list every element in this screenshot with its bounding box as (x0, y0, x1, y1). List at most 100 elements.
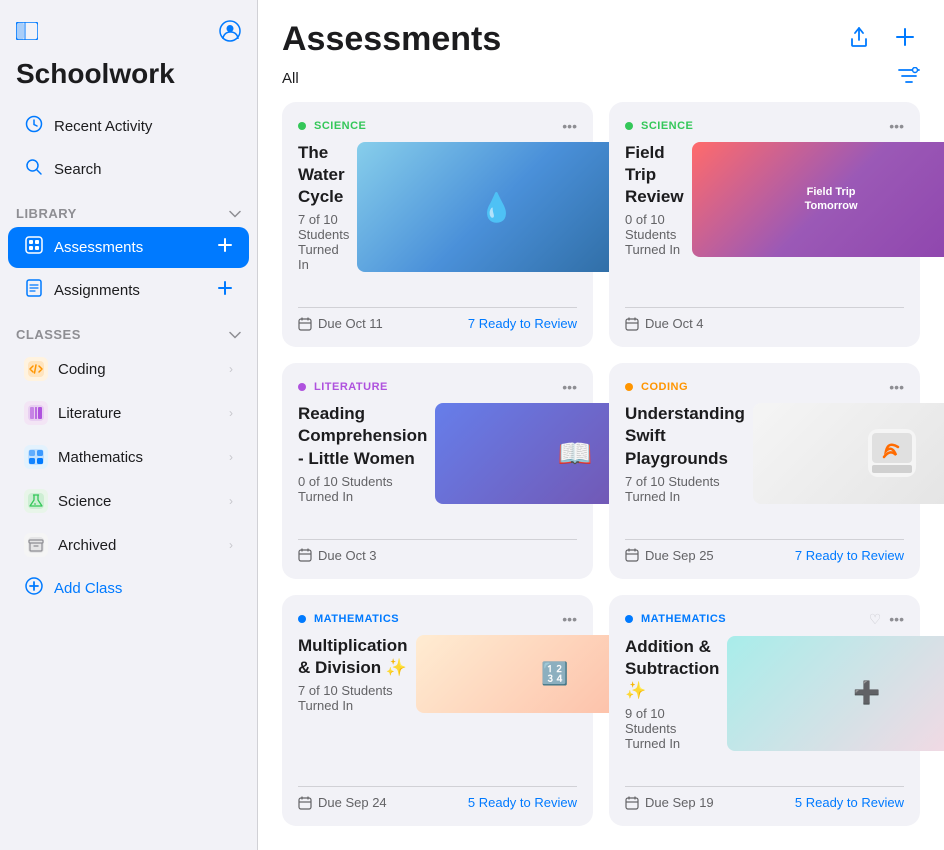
sidebar: Schoolwork Recent Activity Search Libra (0, 0, 258, 850)
card-water-cycle[interactable]: SCIENCE ••• The Water Cycle 7 of 10 Stud… (282, 102, 593, 347)
sidebar-item-assessments[interactable]: Assessments (8, 227, 249, 268)
card-field-trip[interactable]: SCIENCE ••• Field Trip Review 0 of 10 St… (609, 102, 920, 347)
card-field-trip-footer: Due Oct 4 (625, 307, 904, 331)
share-button[interactable] (844, 22, 874, 58)
literature-label: Literature (58, 405, 121, 422)
reading-menu-icon[interactable]: ••• (562, 379, 577, 395)
field-trip-due: Due Oct 4 (625, 316, 704, 331)
sidebar-item-literature[interactable]: Literature › (8, 392, 249, 434)
add-class-button[interactable]: Add Class (8, 568, 249, 609)
water-cycle-due: Due Oct 11 (298, 316, 383, 331)
addition-heart-icon[interactable]: ♡ (869, 611, 882, 628)
assessments-label: Assessments (54, 239, 143, 256)
classes-section-header[interactable]: Classes (0, 313, 257, 348)
calendar-icon (625, 548, 639, 562)
card-swift-header: CODING ••• (625, 379, 904, 395)
reading-dot (298, 383, 306, 391)
mathematics-left: Mathematics (24, 445, 143, 469)
water-cycle-subject: SCIENCE (298, 120, 366, 132)
mult-subject-label: MATHEMATICS (314, 613, 399, 625)
filter-all-label[interactable]: All (282, 70, 299, 87)
addition-review-link[interactable]: 5 Ready to Review (795, 795, 904, 810)
literature-chevron-icon: › (229, 406, 233, 420)
card-addition[interactable]: MATHEMATICS ♡ ••• Addition & Subtraction… (609, 595, 920, 826)
science-class-icon (24, 489, 48, 513)
water-cycle-menu-icon[interactable]: ••• (562, 118, 577, 134)
math-class-icon (24, 445, 48, 469)
swift-text: Understanding Swift Playgrounds 7 of 10 … (625, 403, 745, 503)
sidebar-item-search[interactable]: Search (8, 149, 249, 190)
mult-review-link[interactable]: 5 Ready to Review (468, 795, 577, 810)
swift-menu-icon[interactable]: ••• (889, 379, 904, 395)
assessments-add-icon[interactable] (217, 237, 233, 258)
mult-menu-icon[interactable]: ••• (562, 611, 577, 627)
app-title: Schoolwork (0, 58, 257, 106)
card-swift-footer: Due Sep 25 7 Ready to Review (625, 539, 904, 563)
mult-subject: MATHEMATICS (298, 613, 399, 625)
card-mult-body: Multiplication & Division ✨ 7 of 10 Stud… (298, 635, 577, 713)
addition-subject: MATHEMATICS (625, 613, 726, 625)
classes-chevron-icon (229, 328, 241, 342)
add-button[interactable] (890, 22, 920, 58)
assignments-add-icon[interactable] (217, 280, 233, 301)
water-cycle-thumbnail: 💧 (357, 142, 636, 272)
assessments-left: Assessments (24, 236, 143, 259)
assignments-icon (24, 279, 44, 302)
addition-menu-icon[interactable]: ••• (889, 611, 904, 627)
field-trip-subject-label: SCIENCE (641, 120, 693, 132)
field-trip-due-label: Due Oct 4 (645, 316, 704, 331)
sidebar-item-science[interactable]: Science › (8, 480, 249, 522)
sidebar-item-mathematics[interactable]: Mathematics › (8, 436, 249, 478)
water-cycle-review-link[interactable]: 7 Ready to Review (468, 316, 577, 331)
search-label: Search (54, 161, 102, 178)
coding-class-icon (24, 357, 48, 381)
library-section-title: Library (16, 206, 77, 221)
swift-due: Due Sep 25 (625, 548, 714, 563)
swift-dot (625, 383, 633, 391)
calendar-icon (625, 317, 639, 331)
card-water-cycle-header: SCIENCE ••• (298, 118, 577, 134)
field-trip-subject: SCIENCE (625, 120, 693, 132)
mult-text: Multiplication & Division ✨ 7 of 10 Stud… (298, 635, 408, 713)
reading-subject-label: LITERATURE (314, 381, 388, 393)
mathematics-label: Mathematics (58, 449, 143, 466)
swift-title: Understanding Swift Playgrounds (625, 403, 745, 469)
card-swift[interactable]: CODING ••• Understanding Swift Playgroun… (609, 363, 920, 578)
field-trip-text: Field Trip Review 0 of 10 Students Turne… (625, 142, 684, 257)
mathematics-chevron-icon: › (229, 450, 233, 464)
library-section-header[interactable]: Library (0, 192, 257, 227)
filter-icon[interactable] (898, 67, 920, 90)
assignments-left: Assignments (24, 279, 140, 302)
sidebar-toggle-icon[interactable] (16, 22, 38, 46)
mult-subtitle: 7 of 10 Students Turned In (298, 683, 408, 713)
water-cycle-dot (298, 122, 306, 130)
swift-subject-label: CODING (641, 381, 688, 393)
card-reading[interactable]: LITERATURE ••• Reading Comprehension - L… (282, 363, 593, 578)
field-trip-title: Field Trip Review (625, 142, 684, 208)
archived-class-icon (24, 533, 48, 557)
classes-section-title: Classes (16, 327, 81, 342)
sidebar-item-archived[interactable]: Archived › (8, 524, 249, 566)
calendar-icon (298, 796, 312, 810)
reading-due-label: Due Oct 3 (318, 548, 377, 563)
sidebar-item-assignments[interactable]: Assignments (8, 270, 249, 311)
swift-thumbnail (753, 403, 944, 503)
calendar-icon (298, 548, 312, 562)
swift-subject: CODING (625, 381, 688, 393)
sidebar-item-recent-activity[interactable]: Recent Activity (8, 106, 249, 147)
sidebar-item-coding[interactable]: Coding › (8, 348, 249, 390)
library-chevron-icon (229, 207, 241, 221)
addition-thumbnail: ➕ (727, 636, 944, 751)
card-multiplication[interactable]: MATHEMATICS ••• Multiplication & Divisio… (282, 595, 593, 826)
field-trip-menu-icon[interactable]: ••• (889, 118, 904, 134)
user-profile-icon[interactable] (219, 20, 241, 48)
card-water-cycle-body: The Water Cycle 7 of 10 Students Turned … (298, 142, 577, 272)
coding-left: Coding (24, 357, 106, 381)
add-class-label: Add Class (54, 580, 122, 597)
literature-left: Literature (24, 401, 121, 425)
water-cycle-subject-label: SCIENCE (314, 120, 366, 132)
mult-title: Multiplication & Division ✨ (298, 635, 408, 679)
recent-activity-label: Recent Activity (54, 118, 152, 135)
swift-review-link[interactable]: 7 Ready to Review (795, 548, 904, 563)
reading-text: Reading Comprehension - Little Women 0 o… (298, 403, 427, 503)
